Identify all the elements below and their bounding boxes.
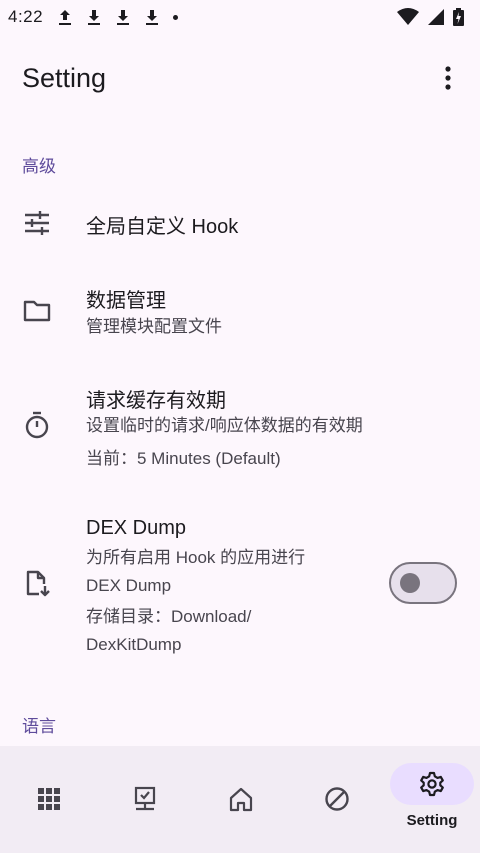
- dex-dump-subtitle-line2: DEX Dump: [86, 576, 172, 595]
- section-header-language: 语言: [22, 717, 56, 736]
- system-icons: [397, 8, 464, 26]
- switch-thumb: [400, 573, 420, 593]
- settings-icon: [420, 771, 444, 797]
- nav-item-install[interactable]: [96, 746, 192, 853]
- download-icon: [117, 10, 130, 25]
- nav-label-setting: Setting: [406, 812, 458, 829]
- upload-icon: [59, 10, 72, 25]
- bottom-navigation-bar: Setting: [0, 746, 480, 853]
- cache-validity-current: 当前：5 Minutes (Default): [86, 449, 281, 468]
- dex-dump-subtitle-line1: 为所有启用 Hook 的应用进行: [86, 548, 306, 567]
- wifi-icon: [397, 8, 419, 25]
- nav-item-setting[interactable]: Setting: [384, 746, 480, 853]
- apps-icon: [38, 788, 60, 810]
- page-title: Setting: [22, 62, 107, 93]
- global-hook-title: 全局自定义 Hook: [86, 216, 239, 238]
- data-manage-subtitle: 管理模块配置文件: [86, 317, 222, 336]
- nav-item-block[interactable]: [288, 746, 384, 853]
- dex-dump-title: DEX Dump: [86, 517, 187, 539]
- more-notifications-dot: [173, 14, 179, 20]
- folder-icon: [23, 300, 51, 322]
- data-manage-title: 数据管理: [86, 290, 166, 312]
- timer-icon: [25, 411, 49, 439]
- home-icon: [229, 787, 253, 812]
- dex-dump-switch[interactable]: [389, 562, 457, 604]
- cache-validity-title: 请求缓存有效期: [86, 390, 226, 412]
- top-app-bar: Setting: [0, 50, 480, 106]
- install-desktop-icon: [134, 786, 156, 811]
- dex-dump-path-line1: 存储目录：Download/: [86, 607, 252, 626]
- status-bar: 4:22: [0, 0, 480, 34]
- battery-icon: [453, 8, 464, 26]
- setting-item-data-manage[interactable]: 数据管理 管理模块配置文件: [0, 276, 480, 346]
- cache-validity-subtitle: 设置临时的请求/响应体数据的有效期: [86, 416, 363, 435]
- tune-icon: [25, 211, 49, 235]
- block-icon: [325, 787, 349, 811]
- download-icon: [88, 10, 101, 25]
- section-header-advanced: 高级: [22, 157, 56, 176]
- setting-item-cache-validity[interactable]: 请求缓存有效期 设置临时的请求/响应体数据的有效期 当前：5 Minutes (…: [0, 372, 480, 478]
- nav-item-home[interactable]: [192, 746, 288, 853]
- signal-icon: [428, 9, 444, 25]
- file-download-icon: [26, 570, 50, 597]
- notification-icons: [57, 8, 179, 26]
- nav-item-apps[interactable]: [0, 746, 96, 853]
- overflow-menu-button[interactable]: [434, 64, 462, 92]
- download-icon: [146, 10, 159, 25]
- status-time: 4:22: [8, 7, 44, 26]
- dex-dump-path-line2: DexKitDump: [86, 635, 182, 654]
- more-vert-icon: [445, 66, 451, 90]
- setting-item-global-hook[interactable]: 全局自定义 Hook: [0, 190, 480, 256]
